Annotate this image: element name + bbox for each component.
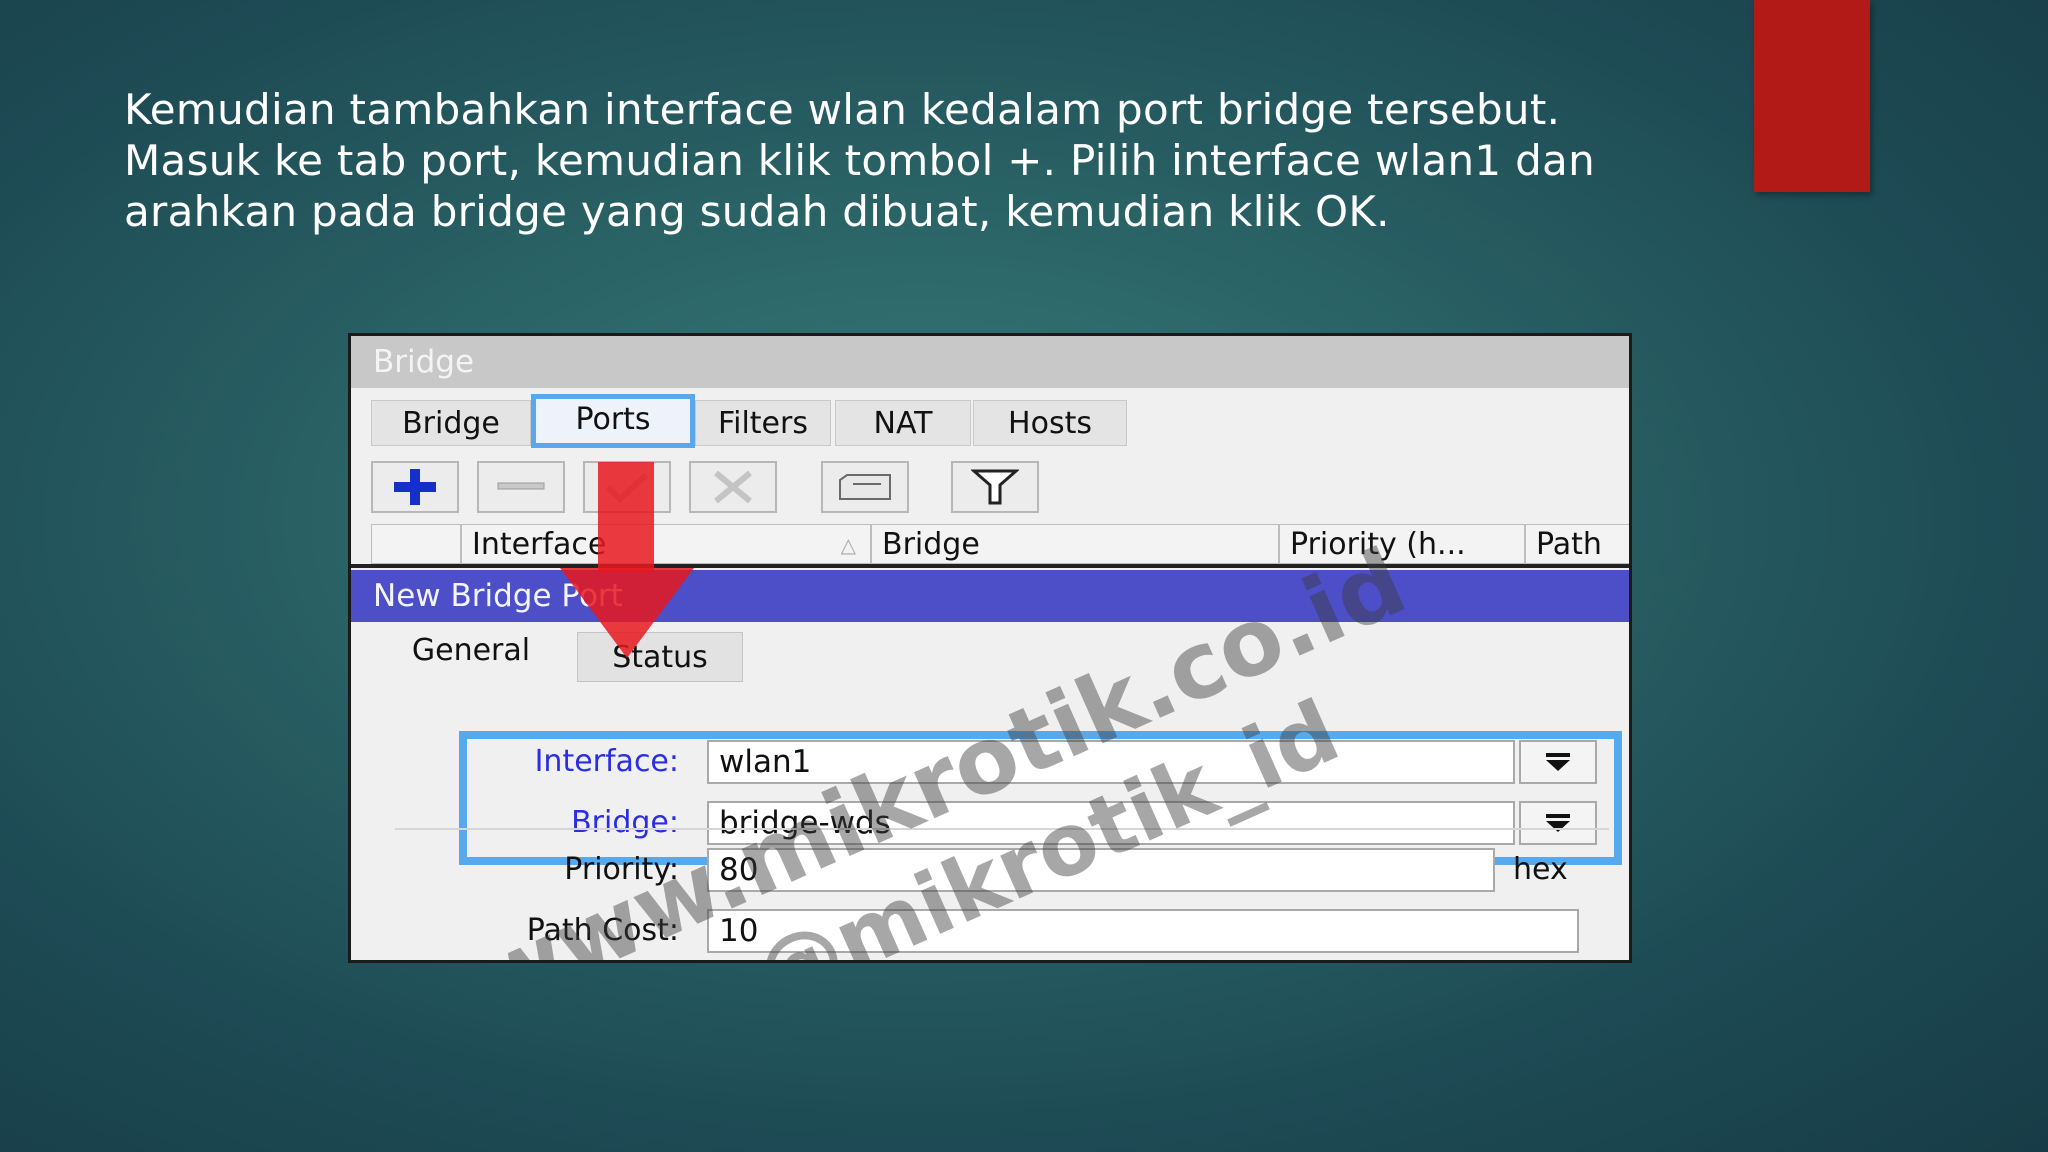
filter-button[interactable]: [951, 461, 1039, 513]
interface-input[interactable]: wlan1: [707, 740, 1515, 784]
dialog-tab-status[interactable]: Status: [577, 632, 743, 682]
column-path[interactable]: Path: [1525, 524, 1629, 564]
instruction-line-1: Kemudian tambahkan interface wlan kedala…: [124, 85, 1561, 134]
bridge-dropdown-button[interactable]: [1519, 801, 1597, 845]
comment-button[interactable]: [821, 461, 909, 513]
accent-bar: [1754, 0, 1870, 192]
dialog-title: New Bridge Port: [351, 570, 1629, 622]
disable-button[interactable]: [689, 461, 777, 513]
path-cost-input[interactable]: 10: [707, 909, 1579, 953]
dropdown-arrow-icon: [1546, 753, 1570, 771]
tab-hosts[interactable]: Hosts: [973, 400, 1127, 446]
interface-label: Interface:: [534, 744, 679, 779]
priority-label: Priority:: [564, 852, 679, 887]
enable-button[interactable]: [583, 461, 671, 513]
column-bridge[interactable]: Bridge: [871, 524, 1279, 564]
tab-bridge[interactable]: Bridge: [371, 400, 531, 446]
bridge-label: Bridge:: [571, 805, 679, 840]
priority-unit: hex: [1513, 852, 1568, 887]
winbox-screenshot: Bridge Bridge Ports Filters NAT Hosts In…: [348, 333, 1632, 963]
tab-filters[interactable]: Filters: [695, 400, 831, 446]
add-icon: [394, 469, 436, 505]
remove-button[interactable]: [477, 461, 565, 513]
slide-instructions: Kemudian tambahkan interface wlan kedala…: [124, 84, 1684, 237]
instruction-line-3: arahkan pada bridge yang sudah dibuat, k…: [124, 187, 1390, 236]
remove-icon: [497, 482, 545, 490]
enable-check-icon: [605, 472, 649, 504]
bridge-select[interactable]: bridge-wds: [707, 801, 1515, 845]
disable-x-icon: [714, 470, 752, 504]
dropdown-arrow-icon: [1546, 814, 1570, 832]
interface-dropdown-button[interactable]: [1519, 740, 1597, 784]
field-separator: [395, 828, 1609, 830]
column-flags[interactable]: [371, 524, 461, 564]
tab-ports[interactable]: Ports: [531, 394, 695, 448]
dialog-tab-general[interactable]: General: [365, 626, 577, 676]
column-interface[interactable]: Interface △: [461, 524, 871, 564]
column-interface-label: Interface: [472, 527, 607, 562]
column-priority[interactable]: Priority (h...: [1279, 524, 1525, 564]
instruction-line-2: Masuk ke tab port, kemudian klik tombol …: [124, 136, 1595, 185]
priority-input[interactable]: 80: [707, 848, 1495, 892]
sort-ascending-icon: △: [840, 533, 856, 557]
window-title: Bridge: [351, 336, 1629, 388]
comment-icon: [839, 474, 891, 500]
add-button[interactable]: [371, 461, 459, 513]
list-divider: [351, 564, 1629, 568]
filter-icon: [971, 469, 1019, 505]
path-cost-label: Path Cost:: [526, 913, 679, 948]
tab-nat[interactable]: NAT: [835, 400, 971, 446]
